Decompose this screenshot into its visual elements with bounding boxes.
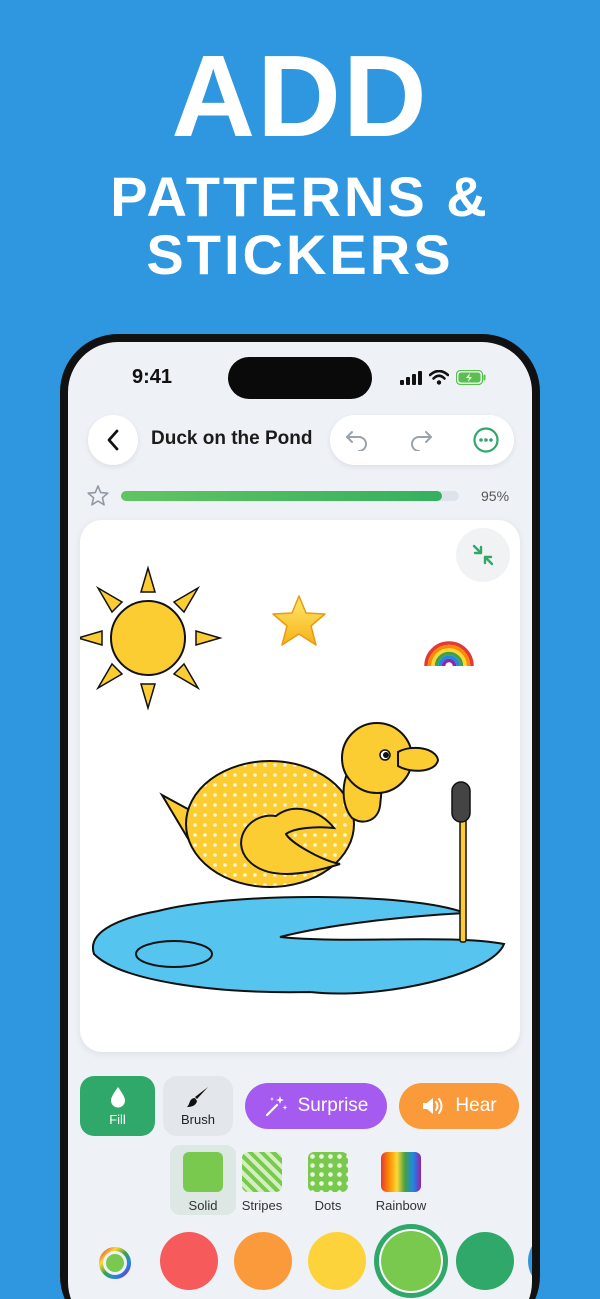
star-sticker[interactable] bbox=[272, 595, 326, 646]
color-swatch-green-selected[interactable] bbox=[374, 1224, 448, 1298]
color-swatch-orange[interactable] bbox=[234, 1232, 292, 1290]
collapse-button[interactable] bbox=[456, 528, 510, 582]
solid-swatch bbox=[183, 1152, 223, 1192]
color-swatch-dark-green[interactable] bbox=[456, 1232, 514, 1290]
wifi-icon bbox=[429, 370, 449, 385]
stripes-swatch bbox=[242, 1152, 282, 1192]
sparkle-wand-icon bbox=[265, 1096, 288, 1117]
pattern-label: Stripes bbox=[241, 1198, 283, 1213]
pattern-dots[interactable]: Dots bbox=[295, 1145, 361, 1215]
undo-icon bbox=[346, 431, 367, 451]
brush-tool-button[interactable]: Brush bbox=[163, 1076, 233, 1136]
status-time: 9:41 bbox=[132, 366, 173, 388]
action-pill bbox=[330, 415, 514, 465]
progress-bar bbox=[121, 491, 459, 501]
status-icons bbox=[400, 370, 486, 385]
collapse-icon bbox=[472, 544, 494, 566]
more-button[interactable] bbox=[471, 425, 501, 455]
coloring-page bbox=[80, 565, 506, 995]
back-arrow-icon bbox=[107, 429, 119, 451]
redo-button[interactable] bbox=[406, 425, 436, 455]
progress-fill bbox=[121, 491, 443, 501]
pattern-stripes[interactable]: Stripes bbox=[229, 1145, 295, 1215]
more-icon bbox=[473, 427, 499, 453]
progress-percent: 95% bbox=[481, 488, 510, 504]
fill-tool-label: Fill bbox=[109, 1111, 126, 1127]
dynamic-island bbox=[228, 357, 372, 399]
color-swatch-partial[interactable] bbox=[528, 1232, 532, 1290]
rainbow-sticker[interactable] bbox=[424, 641, 474, 667]
duck-figure[interactable] bbox=[159, 722, 440, 888]
battery-icon bbox=[456, 370, 486, 385]
pattern-solid[interactable]: Solid bbox=[170, 1145, 236, 1215]
dots-swatch bbox=[308, 1152, 348, 1192]
color-swatch-yellow[interactable] bbox=[308, 1232, 366, 1290]
speaker-icon bbox=[423, 1098, 443, 1114]
surprise-label: Surprise bbox=[297, 1095, 369, 1116]
undo-button[interactable] bbox=[342, 425, 372, 455]
fill-tool-button[interactable]: Fill bbox=[80, 1076, 155, 1136]
color-swatch-red[interactable] bbox=[160, 1232, 218, 1290]
page-title: Duck on the Pond bbox=[151, 428, 313, 449]
pattern-label: Solid bbox=[188, 1198, 218, 1213]
drawing-canvas[interactable] bbox=[80, 520, 520, 1052]
promo-subline-line-1: PATTERNS & bbox=[110, 165, 490, 228]
promo-subline-line-2: STICKERS bbox=[146, 223, 454, 286]
pond-ripple bbox=[135, 940, 213, 968]
sun-sticker[interactable] bbox=[80, 565, 223, 711]
promo-headline: ADD bbox=[171, 31, 429, 161]
promo-subline: PATTERNS & STICKERS bbox=[0, 168, 600, 284]
app-screen: 9:41 Duck on the Pond 95% Fill Brush Sur… bbox=[68, 342, 532, 1299]
star-outline-icon[interactable] bbox=[86, 484, 110, 508]
brush-icon bbox=[187, 1086, 208, 1107]
signal-icon bbox=[400, 371, 422, 385]
redo-icon bbox=[411, 431, 432, 451]
pattern-label: Dots bbox=[314, 1198, 342, 1213]
brush-tool-label: Brush bbox=[181, 1111, 215, 1127]
droplet-icon bbox=[110, 1086, 125, 1107]
cattail-figure[interactable] bbox=[451, 781, 471, 943]
hear-button[interactable]: Hear bbox=[399, 1083, 519, 1129]
back-button[interactable] bbox=[88, 415, 138, 465]
surprise-button[interactable]: Surprise bbox=[245, 1083, 387, 1129]
hear-label: Hear bbox=[455, 1095, 497, 1116]
pattern-rainbow[interactable]: Rainbow bbox=[365, 1145, 437, 1215]
rainbow-swatch bbox=[381, 1152, 421, 1192]
color-wheel-icon[interactable] bbox=[98, 1246, 132, 1280]
pattern-label: Rainbow bbox=[375, 1198, 427, 1213]
